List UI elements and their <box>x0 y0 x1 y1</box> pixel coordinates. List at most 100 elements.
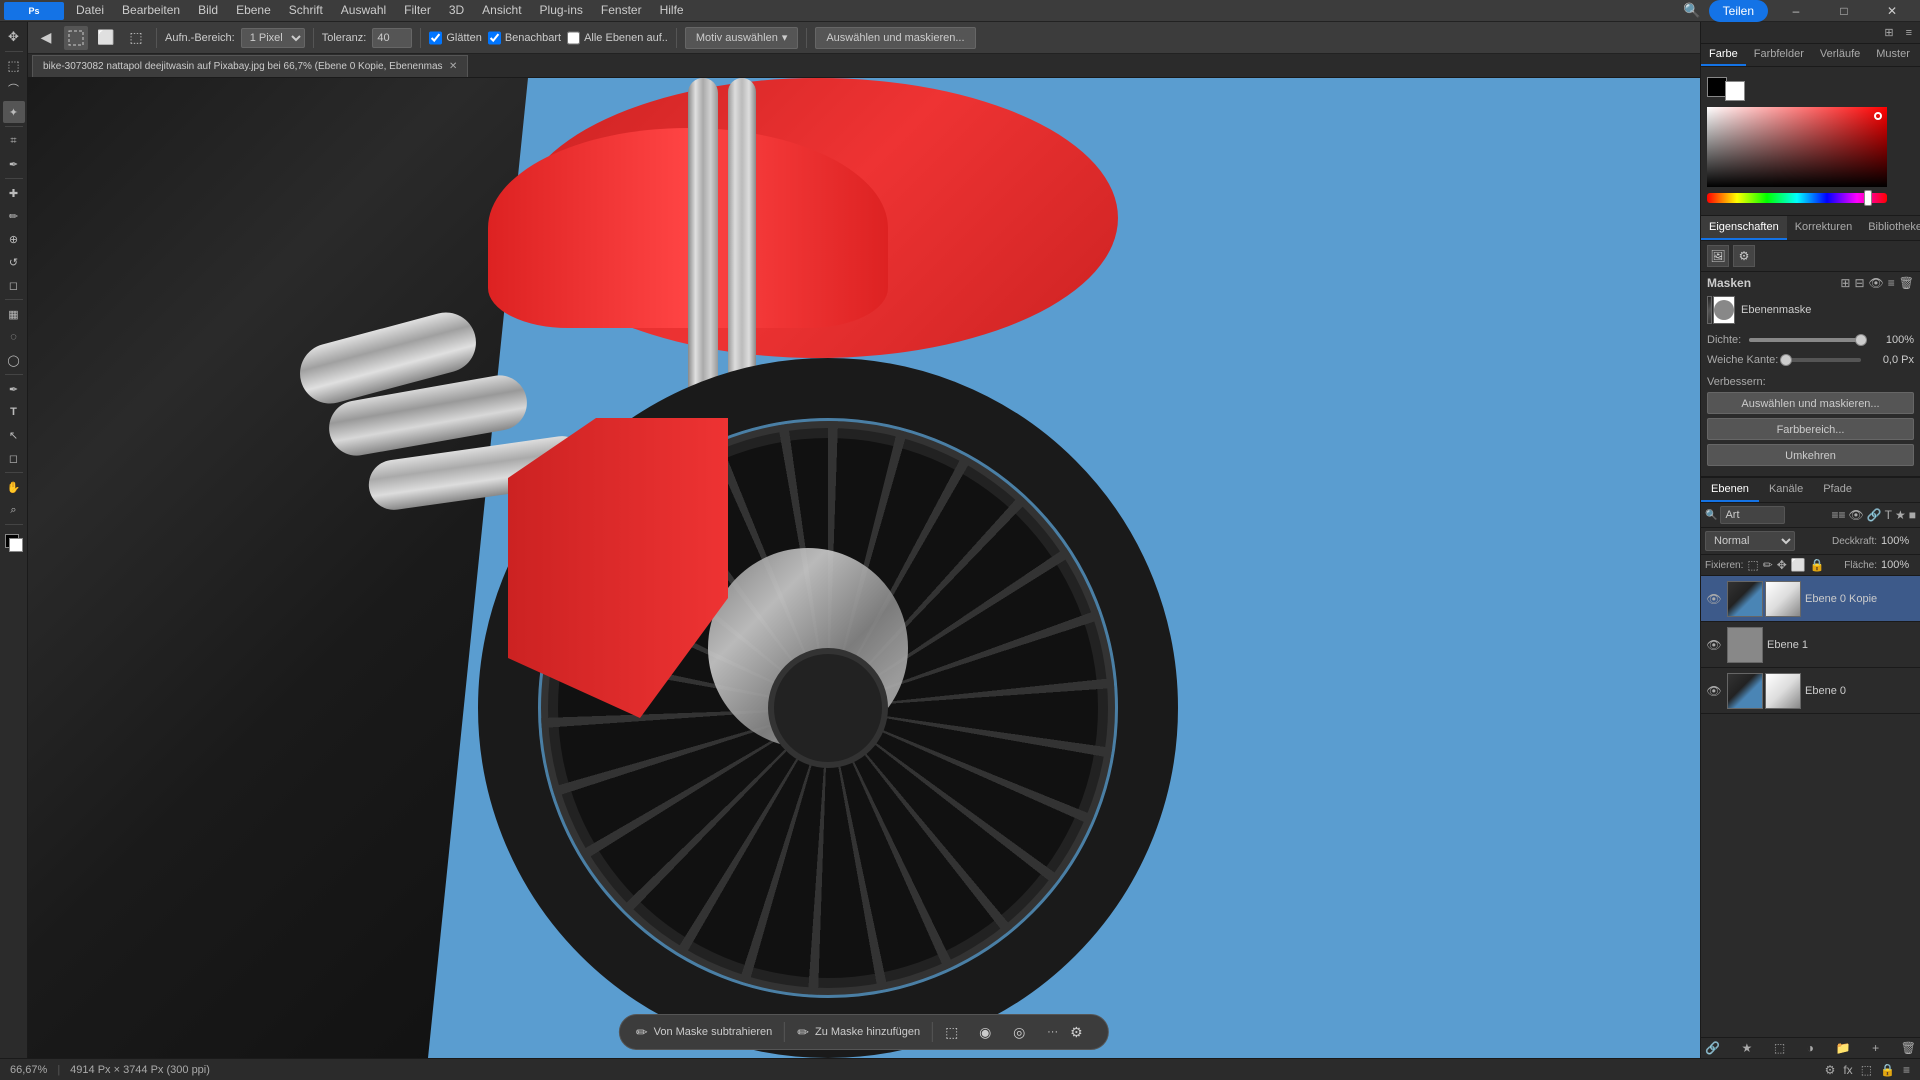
tab-farbe[interactable]: Farbe <box>1701 44 1746 66</box>
tab-verlaeufe[interactable]: Verläufe <box>1812 44 1868 66</box>
menu-fenster[interactable]: Fenster <box>593 1 650 19</box>
ebenen-icon-effect[interactable]: ★ <box>1895 508 1906 522</box>
lock-transparent-icon[interactable]: ⬚ <box>1747 558 1758 572</box>
hue-slider[interactable] <box>1707 193 1887 203</box>
adjustment-icon[interactable]: ⚙ <box>1733 245 1755 267</box>
tab-bibliotheken[interactable]: Bibliotheken <box>1860 216 1920 240</box>
document-tab[interactable]: bike-3073082 nattapol deejitwasin auf Pi… <box>32 55 468 77</box>
auswahlen-maskieren-verbessern-button[interactable]: Auswählen und maskieren... <box>1707 392 1914 414</box>
layer-item-ebene0[interactable]: 👁 Ebene 0 <box>1701 668 1920 714</box>
new-layer-button[interactable]: + <box>1872 1041 1879 1055</box>
history-brush-tool[interactable]: ↺ <box>3 251 25 273</box>
menu-3d[interactable]: 3D <box>441 1 472 19</box>
tab-close[interactable]: ✕ <box>449 61 457 72</box>
auswahlen-maskieren-button[interactable]: Auswählen und maskieren... <box>815 27 975 49</box>
statusbar-icon-4[interactable]: 🔒 <box>1880 1063 1895 1077</box>
spot-healing-tool[interactable]: ✚ <box>3 182 25 204</box>
masken-icon-5[interactable]: 🗑 <box>1899 276 1914 290</box>
add-to-mask-button[interactable]: ✏ Zu Maske hinzufügen <box>797 1024 920 1041</box>
menu-ebene[interactable]: Ebene <box>228 1 279 19</box>
clone-stamp-tool[interactable]: ⊕ <box>3 228 25 250</box>
dichte-thumb[interactable] <box>1855 334 1867 346</box>
ebenen-icon-style[interactable]: T <box>1885 508 1892 522</box>
close-button[interactable]: ✕ <box>1872 0 1912 22</box>
lock-all-icon[interactable]: 🔒 <box>1810 558 1825 572</box>
tab-korrekturen[interactable]: Korrekturen <box>1787 216 1860 240</box>
aufnahme-select[interactable]: 1 Pixel <box>241 28 305 48</box>
path-select-tool[interactable]: ↖ <box>3 424 25 446</box>
background-color-swatch[interactable] <box>1725 81 1745 101</box>
toolbar-select1[interactable]: ⬜ <box>94 26 118 50</box>
umkehren-button[interactable]: Umkehren <box>1707 444 1914 466</box>
search-icon[interactable]: 🔍 <box>1683 2 1700 19</box>
mask-option-1[interactable]: ⬚ <box>945 1024 967 1041</box>
magic-wand-tool[interactable]: ✦ <box>3 101 25 123</box>
layer-visibility-ebene0kopie[interactable]: 👁 <box>1705 590 1723 608</box>
layer-item-ebene1[interactable]: 👁 Ebene 1 <box>1701 622 1920 668</box>
menu-filter[interactable]: Filter <box>396 1 439 19</box>
crop-tool[interactable]: ⌗ <box>3 130 25 152</box>
group-layer-button[interactable]: 📁 <box>1836 1041 1851 1055</box>
delete-layer-button[interactable]: 🗑 <box>1901 1041 1916 1055</box>
blend-mode-select[interactable]: Normal <box>1705 531 1795 551</box>
tab-ebenen[interactable]: Ebenen <box>1701 478 1759 502</box>
menu-bearbeiten[interactable]: Bearbeiten <box>114 1 188 19</box>
masken-icon-3[interactable]: 👁 <box>1869 276 1884 290</box>
pen-tool[interactable]: ✒ <box>3 378 25 400</box>
lock-position-icon[interactable]: ✥ <box>1777 558 1787 572</box>
panel-icon-1[interactable]: ⊞ <box>1880 24 1897 41</box>
menu-bild[interactable]: Bild <box>190 1 226 19</box>
dichte-slider[interactable] <box>1749 338 1861 342</box>
statusbar-icon-3[interactable]: ⬚ <box>1861 1063 1872 1077</box>
move-tool[interactable]: ✥ <box>3 26 25 48</box>
toleranz-input[interactable]: 40 <box>372 28 412 48</box>
canvas-area[interactable]: ✏ Von Maske subtrahieren ✏ Zu Maske hinz… <box>28 78 1700 1058</box>
menu-hilfe[interactable]: Hilfe <box>652 1 692 19</box>
masken-icon-2[interactable]: ⊟ <box>1854 276 1864 290</box>
subtract-from-mask-button[interactable]: ✏ Von Maske subtrahieren <box>636 1024 772 1041</box>
text-tool[interactable]: T <box>3 401 25 423</box>
tab-eigenschaften[interactable]: Eigenschaften <box>1701 216 1787 240</box>
brush-tool[interactable]: ✏ <box>3 205 25 227</box>
statusbar-icon-5[interactable]: ≡ <box>1903 1063 1910 1077</box>
foreground-color-swatch[interactable] <box>1707 77 1727 97</box>
ebenen-icon-color[interactable]: ■ <box>1909 508 1916 522</box>
toolbar-arrow[interactable]: ◀ <box>34 26 58 50</box>
image-properties-icon[interactable]: 🖼 <box>1707 245 1729 267</box>
shape-tool[interactable]: ◻ <box>3 447 25 469</box>
weiche-kante-slider[interactable] <box>1786 358 1861 362</box>
mask-more-options[interactable]: ··· <box>1047 1026 1058 1038</box>
mask-option-3[interactable]: ◎ <box>1013 1024 1035 1041</box>
masken-icon-4[interactable]: ≡ <box>1888 276 1895 290</box>
tab-muster[interactable]: Muster <box>1868 44 1918 66</box>
ebenen-icon-link[interactable]: 🔗 <box>1867 508 1882 522</box>
eyedropper-tool[interactable]: ✒ <box>3 153 25 175</box>
glaetten-checkbox[interactable] <box>429 28 442 48</box>
background-color[interactable] <box>9 538 23 552</box>
link-layers-button[interactable]: 🔗 <box>1705 1041 1720 1055</box>
hand-tool[interactable]: ✋ <box>3 476 25 498</box>
rectangular-marquee-tool[interactable]: ⬚ <box>3 55 25 77</box>
ebenen-icon-kind[interactable]: ≡≡ <box>1831 508 1845 522</box>
statusbar-icon-1[interactable]: ⚙ <box>1825 1063 1836 1077</box>
statusbar-icon-2[interactable]: fx <box>1843 1063 1852 1077</box>
share-button[interactable]: Teilen <box>1709 0 1768 22</box>
lock-artboard-icon[interactable]: ⬜ <box>1791 558 1806 572</box>
gradient-tool[interactable]: ▦ <box>3 303 25 325</box>
toolbar-select2[interactable]: ⬚ <box>124 26 148 50</box>
tab-pfade[interactable]: Pfade <box>1813 478 1862 502</box>
blur-tool[interactable]: ◌ <box>3 326 25 348</box>
foreground-background-colors[interactable] <box>3 532 25 554</box>
tab-farbfelder[interactable]: Farbfelder <box>1746 44 1812 66</box>
tab-kanaele[interactable]: Kanäle <box>1759 478 1813 502</box>
toolbar-marquee[interactable] <box>64 26 88 50</box>
ebenen-icon-visibility[interactable]: 👁 <box>1848 508 1863 522</box>
layer-visibility-ebene1[interactable]: 👁 <box>1705 636 1723 654</box>
alle-ebenen-checkbox[interactable] <box>567 28 580 48</box>
layer-style-button[interactable]: ★ <box>1742 1041 1753 1055</box>
color-spectrum[interactable] <box>1707 107 1887 187</box>
menu-plugins[interactable]: Plug-ins <box>532 1 591 19</box>
motiv-button[interactable]: Motiv auswählen ▾ <box>685 27 798 49</box>
dodge-tool[interactable]: ◯ <box>3 349 25 371</box>
maximize-button[interactable]: □ <box>1824 0 1864 22</box>
